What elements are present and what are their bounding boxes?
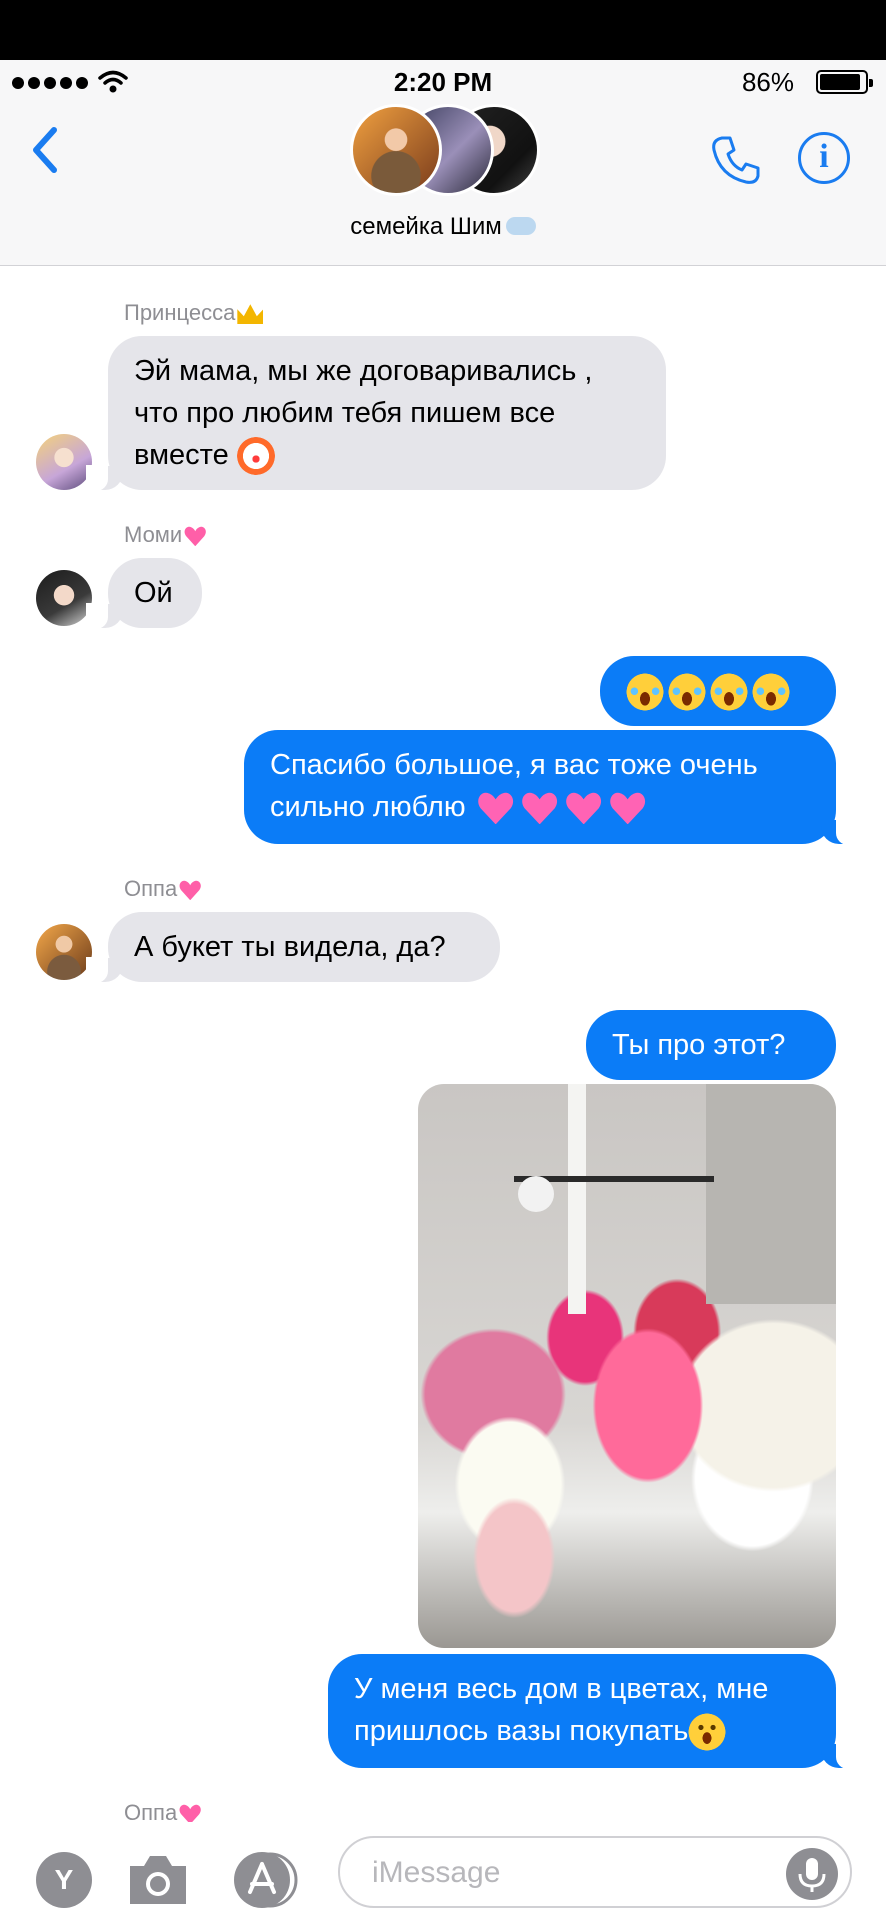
group-member-avatar	[350, 104, 442, 196]
conversation-header: 2:20 PM 86% семейка Шим i	[0, 60, 886, 266]
sender-name: Оппа	[124, 876, 201, 902]
app-store-button[interactable]	[232, 1852, 306, 1908]
message-bubble-incoming[interactable]: Ой	[86, 558, 202, 629]
message-bubble-outgoing[interactable]	[600, 656, 836, 726]
app-drawer-button[interactable]: Y	[36, 1852, 92, 1908]
battery-icon	[816, 70, 873, 94]
pink-heart-icon	[610, 792, 646, 824]
imessage-input[interactable]: iMessage	[338, 1836, 852, 1908]
camera-button[interactable]	[126, 1852, 190, 1908]
laughing-face-icon	[710, 673, 748, 712]
heart-icon	[179, 880, 201, 900]
app-store-icon	[234, 1852, 290, 1908]
clown-icon	[236, 437, 275, 476]
input-placeholder: iMessage	[372, 1856, 501, 1889]
message-composer: Y iMessage	[0, 1822, 886, 1920]
message-bubble-incoming[interactable]: Эй мама, мы же договаривались , что про …	[86, 336, 666, 491]
battery-percentage: 86%	[741, 67, 794, 97]
pink-heart-icon	[566, 792, 602, 824]
microphone-button[interactable]	[786, 1848, 838, 1900]
message-bubble-outgoing[interactable]: Ты про этот?	[586, 1010, 836, 1080]
cloud-icon	[505, 216, 536, 235]
laughing-face-icon	[626, 673, 664, 712]
top-black-bar	[0, 0, 886, 60]
group-title-text: семейка Шим	[350, 213, 502, 240]
chevron-left-icon	[33, 127, 57, 173]
call-button[interactable]	[710, 134, 762, 186]
microphone-icon	[806, 1858, 818, 1880]
pink-heart-icon	[522, 792, 558, 824]
pink-heart-icon	[478, 792, 514, 824]
back-button[interactable]	[22, 120, 72, 180]
info-button[interactable]: i	[798, 132, 850, 184]
avatar[interactable]	[36, 924, 92, 980]
laughing-face-icon	[752, 673, 790, 712]
sender-name: Моми	[124, 522, 206, 548]
avatar[interactable]	[36, 434, 92, 490]
laughing-face-icon	[668, 673, 706, 712]
group-title[interactable]: семейка Шим	[0, 213, 886, 241]
status-bar: 2:20 PM 86%	[0, 60, 886, 104]
avatar[interactable]	[36, 570, 92, 626]
message-bubble-outgoing[interactable]: У меня весь дом в цветах, мне пришлось в…	[328, 1654, 858, 1769]
group-avatar-stack[interactable]	[350, 104, 540, 200]
phone-icon	[712, 136, 760, 184]
crown-icon	[237, 304, 264, 325]
message-bubble-outgoing[interactable]: Спасибо большое, я вас тоже очень сильно…	[244, 730, 858, 845]
photo-flowers[interactable]	[418, 1084, 836, 1648]
message-bubble-incoming[interactable]: А букет ты видела, да?	[86, 912, 500, 983]
heart-icon	[184, 526, 206, 546]
smiling-face-icon	[688, 1713, 727, 1752]
sender-name: Принцесса	[124, 300, 264, 326]
